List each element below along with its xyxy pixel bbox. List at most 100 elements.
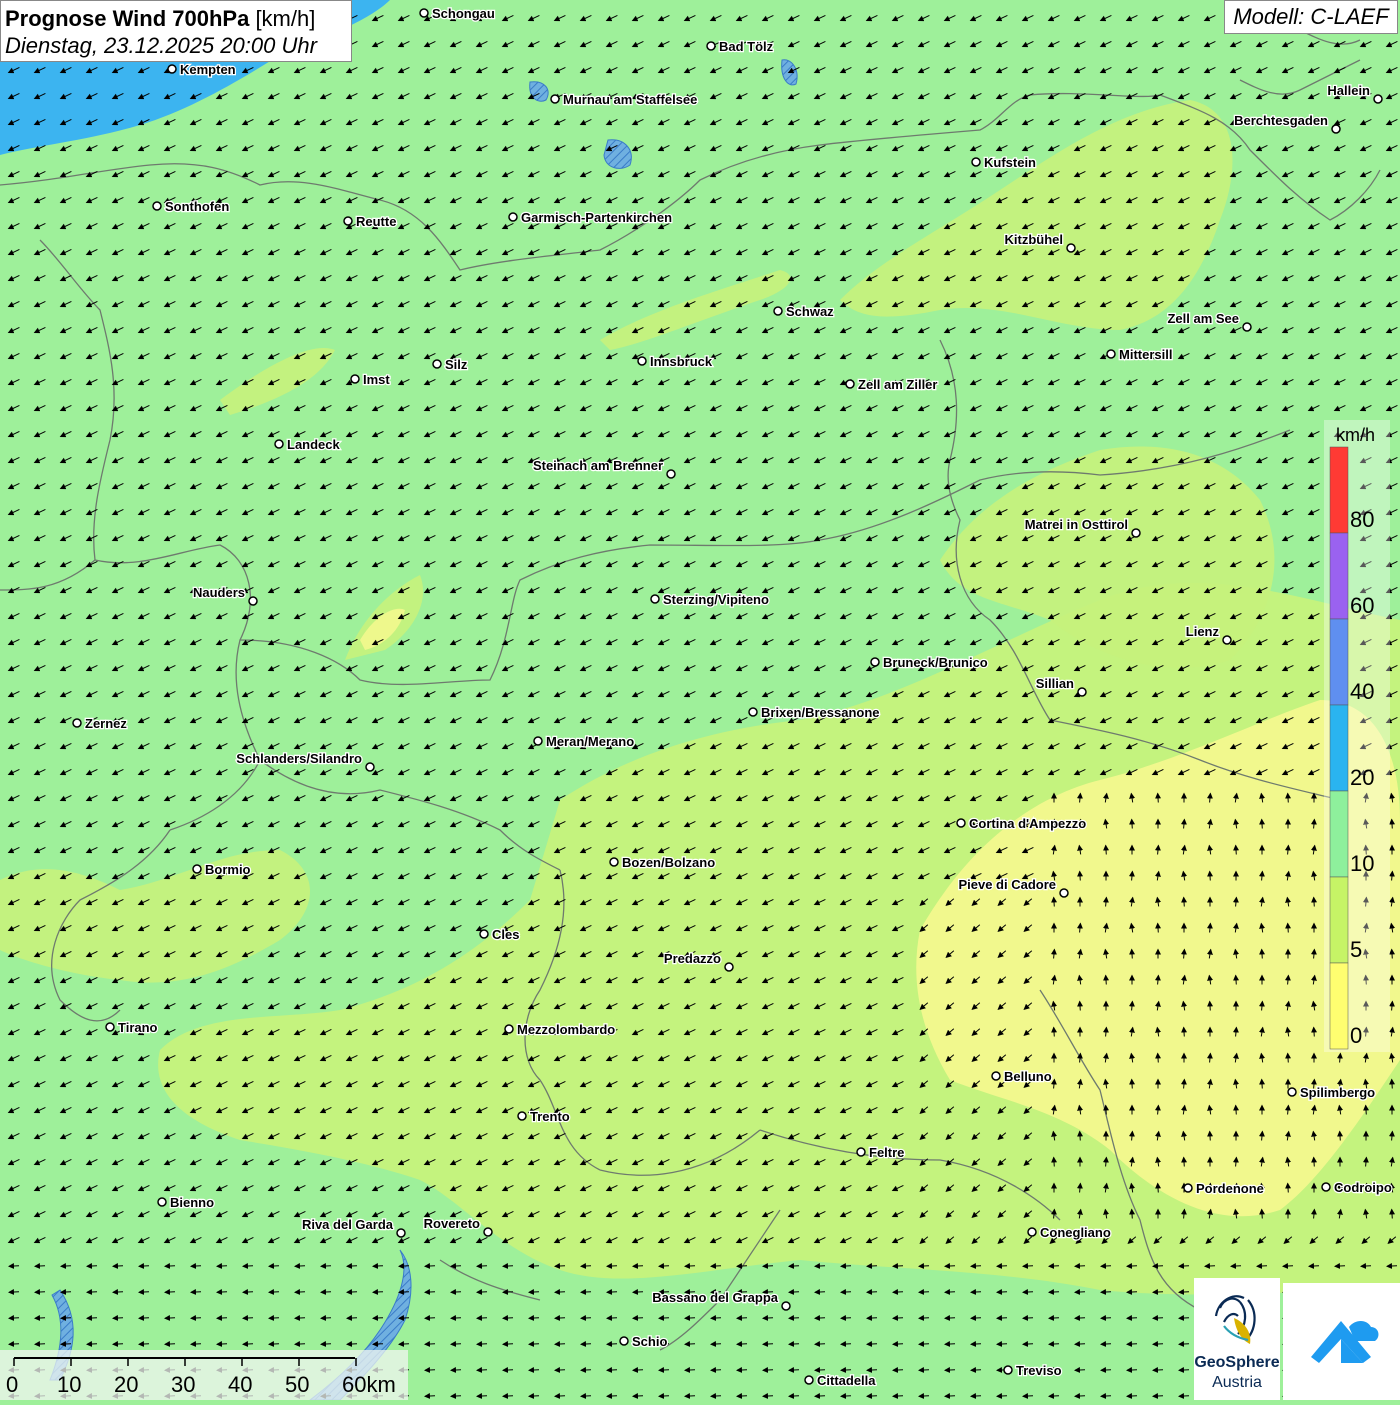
wind-arrow	[1152, 1315, 1164, 1321]
wind-arrow	[970, 1341, 982, 1347]
legend-bands	[1329, 446, 1349, 1050]
wind-arrow	[684, 1315, 696, 1321]
wind-arrow	[996, 1289, 1008, 1295]
wind-arrow	[1181, 1026, 1188, 1037]
wind-arrow	[346, 1315, 358, 1321]
wind-arrow	[970, 1315, 982, 1321]
city-marker: Innsbruck	[637, 353, 714, 370]
wind-arrow	[788, 1341, 800, 1347]
city-dot	[971, 157, 981, 167]
city-label: Silz	[445, 357, 468, 372]
wind-arrow	[424, 1289, 436, 1295]
wind-arrow	[840, 1289, 852, 1295]
wind-arrow	[138, 1289, 150, 1295]
wind-arrow	[1207, 870, 1214, 881]
wind-arrow	[1155, 1182, 1162, 1193]
wind-arrow	[60, 1341, 72, 1347]
wind-arrow	[1152, 1393, 1164, 1399]
title-box: Prognose Wind 700hPa [km/h] Dienstag, 23…	[0, 0, 352, 62]
geosphere-logo[interactable]: GeoSphere Austria	[1194, 1278, 1280, 1400]
wind-arrow	[242, 1341, 254, 1347]
wind-arrow	[1389, 1208, 1396, 1219]
legend-band	[1329, 446, 1349, 534]
wind-arrow	[268, 1289, 280, 1295]
wind-arrow	[320, 1263, 332, 1269]
wind-arrow	[710, 1341, 722, 1347]
wind-arrow	[1259, 1078, 1266, 1089]
city-label: Schio	[632, 1334, 667, 1349]
wind-arrow	[190, 1289, 202, 1295]
geosphere-emblem-icon	[1214, 1295, 1256, 1344]
wind-arrow	[294, 1341, 306, 1347]
scalebar-graphic: 0 10 20 30 40 50 60km	[6, 1357, 396, 1397]
wind-arrow	[1074, 1289, 1086, 1295]
wind-arrow	[866, 1341, 878, 1347]
city-dot	[1066, 243, 1076, 253]
city-dot	[167, 64, 177, 74]
wind-arrow	[814, 1367, 826, 1373]
wind-arrow	[866, 1367, 878, 1373]
city-label: Zernez	[85, 716, 127, 731]
wind-arrow	[1077, 1130, 1084, 1141]
city-dot	[504, 1024, 514, 1034]
city-dot	[856, 1147, 866, 1157]
wind-arrow	[398, 1263, 410, 1269]
city-marker: Murnau am Staffelsee	[550, 91, 699, 108]
wind-arrow	[1178, 1393, 1190, 1399]
title-line: Prognose Wind 700hPa [km/h]	[5, 5, 347, 32]
scalebar-label: 50	[285, 1372, 309, 1397]
wind-arrow	[112, 1289, 124, 1295]
city-marker: Bozen/Bolzano	[609, 854, 716, 871]
city-label: Kufstein	[984, 155, 1036, 170]
wind-arrow	[398, 1289, 410, 1295]
city-label: Zell am See	[1167, 311, 1239, 326]
wind-arrow	[1103, 974, 1110, 985]
wind-arrow	[840, 1393, 852, 1399]
legend-band	[1329, 790, 1349, 878]
wind-arrow	[840, 1315, 852, 1321]
wind-arrow	[502, 1289, 514, 1295]
wind-arrow	[1126, 1263, 1138, 1269]
wind-arrow	[86, 1341, 98, 1347]
wind-arrow	[502, 1393, 514, 1399]
scalebar: 0 10 20 30 40 50 60km	[0, 1350, 408, 1400]
wind-arrow	[944, 1263, 956, 1269]
wind-arrow	[710, 1393, 722, 1399]
wind-arrow	[814, 1393, 826, 1399]
city-dot	[192, 864, 202, 874]
city-label: Sillian	[1036, 676, 1074, 691]
city-dot	[991, 1071, 1001, 1081]
city-label: Zell am Ziller	[858, 377, 937, 392]
wind-arrow	[1285, 1182, 1292, 1193]
wind-arrow	[476, 1289, 488, 1295]
city-label: Bormio	[205, 862, 251, 877]
wind-arrow	[1285, 792, 1292, 803]
wind-arrow	[450, 1315, 462, 1321]
wind-arrow	[502, 1367, 514, 1373]
wind-arrow	[658, 1315, 670, 1321]
city-dot	[550, 94, 560, 104]
weather-app-logo[interactable]	[1283, 1283, 1400, 1400]
legend-label: 0	[1350, 1023, 1362, 1048]
wind-arrow	[320, 1315, 332, 1321]
city-dot	[650, 594, 660, 604]
city-label: Kempten	[180, 62, 236, 77]
wind-arrow	[1334, 1263, 1346, 1269]
city-dot	[343, 216, 353, 226]
wind-arrow	[970, 1367, 982, 1373]
city-label: Sterzing/Vipiteno	[663, 592, 769, 607]
city-label: Innsbruck	[650, 354, 713, 369]
wind-arrow	[944, 1289, 956, 1295]
wind-arrow	[996, 1263, 1008, 1269]
legend-band	[1329, 618, 1349, 706]
wind-arrow	[216, 1341, 228, 1347]
wind-arrow	[736, 1367, 748, 1373]
city-label: Bruneck/Brunico	[883, 655, 988, 670]
wind-arrow	[1181, 1156, 1188, 1167]
legend-label: 80	[1350, 507, 1374, 532]
wind-arrow	[892, 1315, 904, 1321]
wind-arrow	[1337, 1130, 1344, 1141]
wind-arrow	[1282, 1263, 1294, 1269]
wind-arrow	[450, 1393, 462, 1399]
city-marker: Sterzing/Vipiteno	[650, 591, 770, 608]
